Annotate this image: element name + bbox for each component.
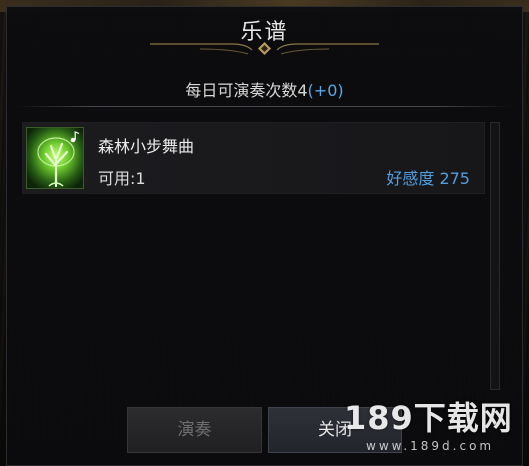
daily-play-count: 每日可演奏次数4(+0) [0, 77, 529, 101]
title-ornament [150, 42, 379, 55]
tree-music-icon [26, 127, 84, 189]
site-watermark: 189下载网 www.189d.com [326, 393, 526, 463]
daily-play-label: 每日可演奏次数4 [185, 81, 308, 100]
list-scrollbar[interactable] [490, 122, 500, 390]
song-row[interactable]: 森林小步舞曲 可用:1 好感度 275 [22, 122, 485, 194]
daily-bonus: (+0) [307, 81, 344, 100]
divider [16, 106, 513, 107]
song-available-count: 可用:1 [98, 169, 146, 188]
game-screen: 乐谱 每日可演奏次数4(+0) 森林小步舞曲 可用:1 好感度 275 演奏 关… [0, 0, 529, 466]
song-name: 森林小步舞曲 [98, 137, 195, 156]
play-button[interactable]: 演奏 [127, 407, 262, 453]
watermark-text: 189下载网 [344, 399, 513, 437]
watermark-url: www.189d.com [366, 439, 495, 453]
song-affinity: 好感度 275 [386, 169, 470, 188]
song-list: 森林小步舞曲 可用:1 好感度 275 [22, 122, 508, 397]
